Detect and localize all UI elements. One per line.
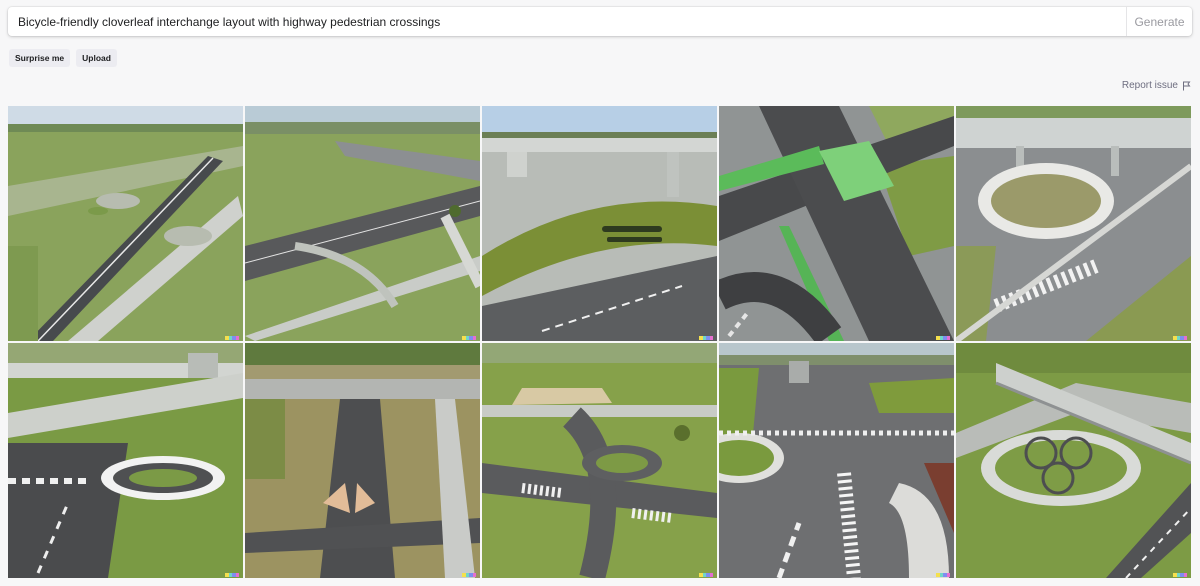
image-badge xyxy=(936,336,950,340)
generated-image-7[interactable] xyxy=(245,343,480,578)
prompt-bar: Generate xyxy=(8,7,1192,36)
image-badge xyxy=(1173,573,1187,577)
image-badge xyxy=(699,336,713,340)
generated-image-6[interactable] xyxy=(8,343,243,578)
generated-image-5[interactable] xyxy=(956,106,1191,341)
generated-image-10[interactable] xyxy=(956,343,1191,578)
upload-button[interactable]: Upload xyxy=(76,49,117,67)
image-badge xyxy=(462,336,476,340)
prompt-input[interactable] xyxy=(8,7,1126,36)
generated-image-2[interactable] xyxy=(245,106,480,341)
report-issue-label: Report issue xyxy=(1121,80,1178,91)
generate-button[interactable]: Generate xyxy=(1126,7,1192,36)
generated-image-4[interactable] xyxy=(719,106,954,341)
generated-image-8[interactable] xyxy=(482,343,717,578)
surprise-me-button[interactable]: Surprise me xyxy=(9,49,71,67)
action-pills: Surprise me Upload xyxy=(9,49,117,67)
image-badge xyxy=(699,573,713,577)
report-issue-link[interactable]: Report issue xyxy=(1122,80,1191,91)
image-badge xyxy=(225,336,239,340)
generated-image-3[interactable] xyxy=(482,106,717,341)
image-badge xyxy=(225,573,239,577)
image-badge xyxy=(1173,336,1187,340)
image-badge xyxy=(462,573,476,577)
flag-icon xyxy=(1183,81,1191,90)
image-grid xyxy=(8,106,1192,578)
generated-image-1[interactable] xyxy=(8,106,243,341)
image-badge xyxy=(936,573,950,577)
generated-image-9[interactable] xyxy=(719,343,954,578)
